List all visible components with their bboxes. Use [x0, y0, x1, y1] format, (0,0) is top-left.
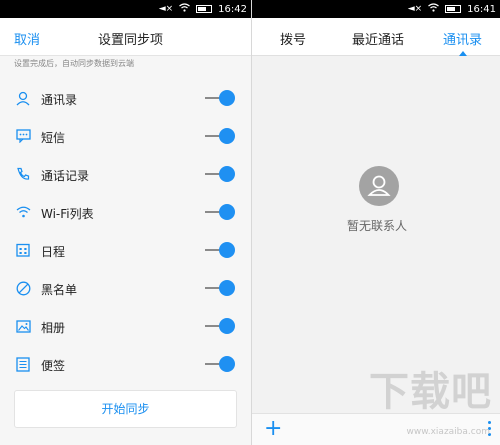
- sync-item-label: 通讯录: [41, 93, 78, 107]
- album-toggle[interactable]: [205, 318, 235, 334]
- sms-toggle[interactable]: [205, 128, 235, 144]
- wifi-list-toggle[interactable]: [205, 204, 235, 220]
- note-icon: [15, 356, 31, 372]
- sync-item-label: 短信: [41, 131, 66, 145]
- sync-item-label: 相册: [41, 321, 66, 335]
- contacts-screen: ◄× 16:41 拨号 最近通话 通讯录 暂无联系人 + 下载吧 www.xia…: [252, 0, 500, 445]
- person-icon: [15, 90, 31, 106]
- sync-hint: 设置完成后，自动同步数据到云端: [14, 59, 134, 68]
- message-icon: [15, 128, 31, 144]
- sync-item-blacklist[interactable]: 黑名单: [0, 269, 251, 307]
- sync-item-label: 便签: [41, 359, 66, 373]
- empty-contacts-avatar-icon: [359, 166, 399, 206]
- tab-bar: 拨号 最近通话 通讯录: [252, 18, 500, 56]
- tab-contacts[interactable]: 通讯录: [443, 29, 482, 48]
- status-bar: ◄× 16:41: [252, 0, 500, 18]
- sync-item-label: 日程: [41, 245, 66, 259]
- status-time: 16:41: [467, 3, 496, 15]
- empty-contacts-text: 暂无联系人: [346, 219, 407, 233]
- sync-item-wifi-list[interactable]: Wi-Fi列表: [0, 193, 251, 231]
- page-title: 设置同步项: [97, 33, 163, 48]
- sync-header: 取消 设置同步项: [0, 18, 251, 56]
- battery-icon: [445, 5, 462, 13]
- sync-item-label: 黑名单: [41, 283, 78, 297]
- watermark-text: 下载吧: [369, 369, 492, 415]
- active-tab-indicator: [459, 51, 467, 56]
- sync-item-call-log[interactable]: 通话记录: [0, 155, 251, 193]
- mute-icon: ◄×: [407, 4, 423, 14]
- battery-icon: [196, 5, 213, 13]
- sync-settings-screen: ◄× 16:42 取消 设置同步项 设置完成后，自动同步数据到云端 通讯录 短信: [0, 0, 251, 445]
- sync-item-sms[interactable]: 短信: [0, 117, 251, 155]
- sync-item-contacts[interactable]: 通讯录: [0, 79, 251, 117]
- call-log-toggle[interactable]: [205, 166, 235, 182]
- add-contact-button[interactable]: +: [264, 418, 282, 440]
- wifi-icon: [15, 204, 31, 220]
- wifi-status-icon: [179, 3, 191, 15]
- sync-item-list: 通讯录 短信 通话记录 Wi-Fi列表 日程 黑名单 相册 便签: [0, 79, 251, 383]
- image-icon: [15, 318, 31, 334]
- sync-item-label: 通话记录: [41, 169, 90, 183]
- calendar-icon: [15, 242, 31, 258]
- watermark-url: www.xiazaiba.com: [406, 427, 490, 437]
- wifi-status-icon: [428, 3, 440, 15]
- watermark-logo: 下载吧 www.xiazaiba.com: [357, 359, 492, 439]
- sync-item-notes[interactable]: 便签: [0, 345, 251, 383]
- status-bar: ◄× 16:42: [0, 0, 251, 18]
- contacts-toggle[interactable]: [205, 90, 235, 106]
- status-time: 16:42: [218, 3, 247, 15]
- start-sync-button[interactable]: 开始同步: [14, 390, 237, 428]
- tab-recent-calls[interactable]: 最近通话: [352, 29, 404, 48]
- sync-item-album[interactable]: 相册: [0, 307, 251, 345]
- sync-item-label: Wi-Fi列表: [41, 207, 94, 221]
- phone-icon: [15, 166, 31, 182]
- tab-dialer[interactable]: 拨号: [280, 29, 306, 48]
- blacklist-toggle[interactable]: [205, 280, 235, 296]
- blocked-icon: [15, 280, 31, 296]
- notes-toggle[interactable]: [205, 356, 235, 372]
- mute-icon: ◄×: [158, 4, 174, 14]
- sync-item-schedule[interactable]: 日程: [0, 231, 251, 269]
- schedule-toggle[interactable]: [205, 242, 235, 258]
